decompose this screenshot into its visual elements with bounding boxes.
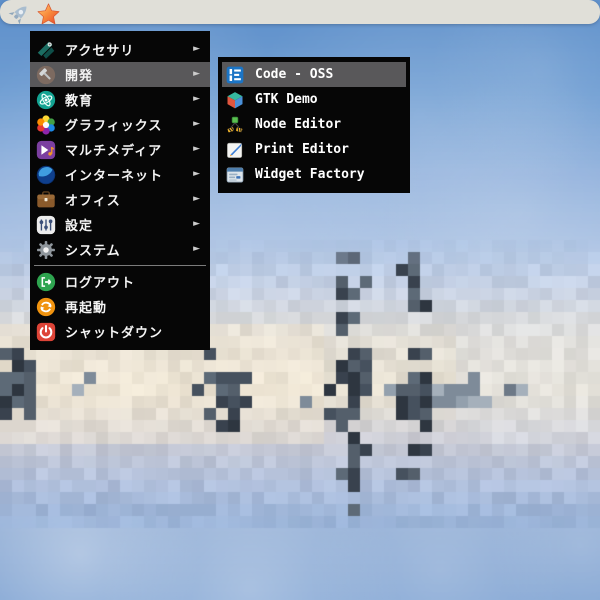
menu-item-label: インターネット (65, 168, 164, 183)
multimedia-icon (35, 139, 57, 161)
submenu-item-gtk-demo[interactable]: GTK Demo (222, 87, 406, 112)
internet-icon (35, 164, 57, 186)
star-icon (35, 1, 62, 28)
menu-item-label: 設定 (65, 218, 94, 233)
menu-item-development[interactable]: 開発 ► (30, 62, 210, 87)
submenu-arrow-icon: ► (193, 144, 200, 154)
submenu-item-label: GTK Demo (255, 92, 318, 107)
menu-item-label: 開発 (65, 68, 94, 83)
logout-icon (35, 271, 57, 293)
menu-item-label: アクセサリ (65, 43, 135, 58)
menu-item-label: シャットダウン (65, 325, 164, 340)
menu-item-label: グラフィックス (65, 118, 163, 133)
menu-item-graphics[interactable]: グラフィックス ► (30, 112, 210, 137)
submenu-item-label: Code - OSS (255, 67, 334, 82)
graphics-icon (35, 114, 57, 136)
menu-item-logout[interactable]: ログアウト (30, 269, 210, 294)
node-editor-icon (225, 115, 245, 135)
submenu-item-code-oss[interactable]: Code - OSS (222, 62, 406, 87)
accessories-icon (35, 39, 57, 61)
submenu-item-print-editor[interactable]: Print Editor (222, 137, 406, 162)
education-icon (35, 89, 57, 111)
submenu-arrow-icon: ► (193, 94, 200, 104)
widget-factory-icon (225, 165, 245, 185)
submenu-arrow-icon: ► (193, 44, 200, 54)
print-editor-icon (225, 140, 245, 160)
submenu-item-label: Node Editor (255, 117, 342, 132)
menu-item-office[interactable]: オフィス ► (30, 187, 210, 212)
menu-item-label: オフィス (65, 193, 121, 208)
menu-item-accessories[interactable]: アクセサリ ► (30, 37, 210, 62)
development-icon (35, 64, 57, 86)
shutdown-icon (35, 321, 57, 343)
gtk-demo-icon (225, 90, 245, 110)
menu-item-label: マルチメディア (65, 143, 163, 158)
submenu-arrow-icon: ► (193, 119, 200, 129)
submenu-arrow-icon: ► (193, 169, 200, 179)
menu-item-system[interactable]: システム ► (30, 237, 210, 262)
menu-item-education[interactable]: 教育 ► (30, 87, 210, 112)
office-icon (35, 189, 57, 211)
menu-item-internet[interactable]: インターネット ► (30, 162, 210, 187)
app-menu: アクセサリ ► 開発 ► 教育 ► グラフィックス ► マルチメディア ► イン… (30, 31, 210, 350)
menu-item-label: 教育 (65, 93, 94, 108)
code-oss-icon (225, 65, 245, 85)
menu-item-multimedia[interactable]: マルチメディア ► (30, 137, 210, 162)
submenu-arrow-icon: ► (193, 194, 200, 204)
development-submenu: Code - OSS GTK Demo Node Editor Print Ed… (218, 57, 410, 193)
menu-item-label: 再起動 (65, 300, 108, 315)
menu-item-label: システム (65, 243, 121, 258)
system-icon (35, 239, 57, 261)
taskbar (0, 0, 600, 24)
submenu-arrow-icon: ► (193, 219, 200, 229)
submenu-item-label: Widget Factory (255, 167, 365, 182)
settings-icon (35, 214, 57, 236)
star-launcher[interactable] (35, 1, 62, 28)
menu-separator (34, 265, 206, 266)
submenu-arrow-icon: ► (193, 244, 200, 254)
menu-item-label: ログアウト (65, 275, 136, 290)
menu-item-shutdown[interactable]: シャットダウン (30, 319, 210, 344)
submenu-item-widget-factory[interactable]: Widget Factory (222, 162, 406, 187)
submenu-arrow-icon: ► (193, 69, 200, 79)
submenu-item-label: Print Editor (255, 142, 349, 157)
menu-item-restart[interactable]: 再起動 (30, 294, 210, 319)
submenu-item-node-editor[interactable]: Node Editor (222, 112, 406, 137)
restart-icon (35, 296, 57, 318)
rocket-icon (5, 1, 32, 28)
rocket-launcher[interactable] (5, 1, 32, 28)
menu-item-settings[interactable]: 設定 ► (30, 212, 210, 237)
